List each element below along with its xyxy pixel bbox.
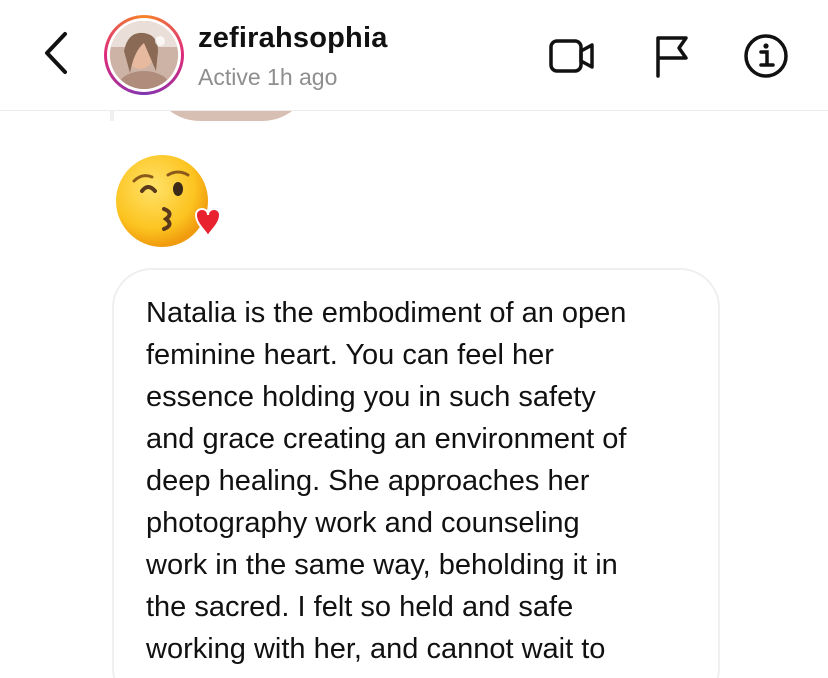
received-message-bubble[interactable]: Natalia is the embodiment of an open fem…: [112, 268, 720, 678]
message-line: Natalia is the embodiment of an open: [146, 297, 627, 329]
message-line: work in the same way, beholding it in: [146, 549, 618, 581]
video-camera-icon: [549, 39, 594, 73]
info-icon: [744, 34, 788, 78]
chevron-left-icon: [45, 32, 67, 74]
conversation-header: zefirahsophia Active 1h ago: [0, 0, 828, 111]
message-line: deep healing. She approaches her: [146, 465, 590, 497]
previous-message-bubble[interactable]: [150, 111, 312, 121]
message-text: Natalia is the embodiment of an open fem…: [146, 292, 688, 670]
avatar-story-ring[interactable]: [104, 15, 184, 95]
dm-conversation-screen: zefirahsophia Active 1h ago Natalia is t…: [0, 0, 828, 678]
flag-icon: [656, 36, 688, 78]
message-thread: Natalia is the embodiment of an open fem…: [0, 111, 828, 678]
message-line: the sacred. I felt so held and safe: [146, 591, 574, 623]
active-status: Active 1h ago: [198, 64, 338, 90]
message-edge-marker: [110, 111, 114, 121]
avatar: [110, 21, 178, 89]
kissing-face-with-heart-emoji[interactable]: [112, 151, 224, 251]
message-line: and grace creating an environment of: [146, 423, 627, 455]
message-line: working with her, and cannot wait to: [146, 633, 606, 665]
message-line: essence holding you in such safety: [146, 381, 596, 413]
video-call-button[interactable]: [548, 34, 596, 78]
chat-username[interactable]: zefirahsophia: [198, 22, 388, 55]
report-button[interactable]: [648, 34, 696, 78]
message-line: feminine heart. You can feel her: [146, 339, 554, 371]
back-button[interactable]: [36, 28, 76, 78]
conversation-info-button[interactable]: [742, 34, 790, 78]
message-line: photography work and counseling: [146, 507, 580, 539]
